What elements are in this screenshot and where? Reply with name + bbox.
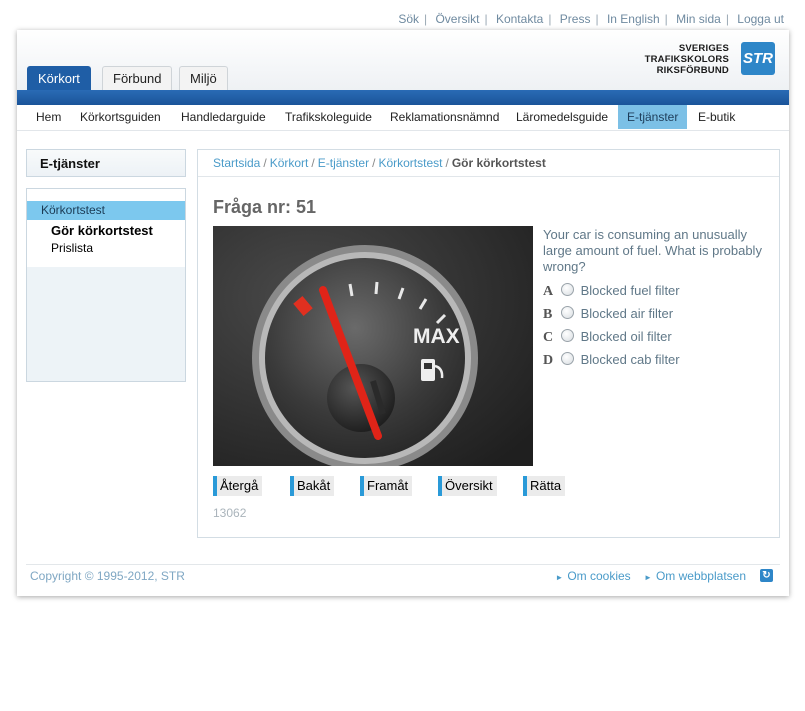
gauge-max-label: MAX [413,325,460,348]
arrow-right-icon: ► [555,573,564,582]
breadcrumb-current: Gör körkortstest [451,156,546,170]
nav-reklamationsnamnd[interactable]: Reklamationsnämnd [381,105,508,129]
next-button[interactable]: Framåt [360,476,413,496]
util-link-press[interactable]: Press [560,12,591,26]
util-link-contact[interactable]: Kontakta [496,12,543,26]
str-logo[interactable]: SVERIGES TRAFIKSKOLORS RIKSFÖRBUND STR [625,41,775,77]
breadcrumb: Startsida / Körkort / E-tjänster / Körkortstes… [198,150,779,177]
answer-option-d[interactable]: D Blocked cab filter [543,351,680,369]
sidebar-menu-inner: Körkortstest Gör körkortstest Prislista [27,189,185,267]
answer-radio-b[interactable] [560,306,574,319]
footer-links: ► Om cookies ► Om webbplatsen [545,569,746,583]
answer-option-b[interactable]: B Blocked air filter [543,305,673,323]
breadcrumb-startsida[interactable]: Startsida [213,156,260,170]
answer-option-c[interactable]: C Blocked oil filter [543,328,672,346]
footer-link-about[interactable]: Om webbplatsen [656,569,746,583]
copyright: Copyright © 1995-2012, STR [30,569,185,583]
breadcrumb-e-tjanster[interactable]: E-tjänster [318,156,369,170]
sidebar-item-prislista[interactable]: Prislista [51,241,93,255]
util-link-search[interactable]: Sök [398,12,419,26]
answer-option-a[interactable]: A Blocked fuel filter [543,282,680,300]
share-icon[interactable]: ↻ [760,569,773,582]
nav-laromedelsguide[interactable]: Läromedelsguide [507,105,617,129]
question-code: 13062 [213,506,247,520]
sidebar-item-gor-korkortstest[interactable]: Gör körkortstest [51,223,153,238]
breadcrumb-korkortstest[interactable]: Körkortstest [378,156,442,170]
tab-forbund[interactable]: Förbund [102,66,173,91]
overview-button[interactable]: Översikt [438,476,497,496]
answer-radio-c[interactable] [560,329,574,342]
nav-e-tjanster[interactable]: E-tjänster [618,105,688,129]
content-panel: Startsida / Körkort / E-tjänster / Körkortstes… [197,149,780,538]
blue-bar [17,90,789,105]
page-card: Körkort Förbund Miljö SVERIGES TRAFIKSKO… [17,30,789,596]
util-link-my-page[interactable]: Min sida [676,12,721,26]
previous-button[interactable]: Bakåt [290,476,335,496]
main-nav: Hem Körkortsguiden Handledarguide Trafik… [17,105,789,131]
sidebar-menu: Körkortstest Gör körkortstest Prislista [26,188,186,382]
nav-korkortsguiden[interactable]: Körkortsguiden [71,105,170,129]
tab-korkort[interactable]: Körkort [27,66,91,91]
sidebar-title: E-tjänster [26,149,186,177]
answer-letter: D [543,353,554,368]
footer-divider [26,564,780,565]
correct-button[interactable]: Rätta [523,476,566,496]
nav-handledarguide[interactable]: Handledarguide [172,105,275,129]
logo-text: SVERIGES TRAFIKSKOLORS RIKSFÖRBUND [645,43,729,76]
answer-letter: B [543,307,553,322]
logo-line-1: SVERIGES [678,43,729,54]
back-to-start-button[interactable]: Återgå [213,476,263,496]
util-link-logout[interactable]: Logga ut [737,12,784,26]
util-link-english[interactable]: In English [607,12,660,26]
answer-radio-d[interactable] [560,352,574,365]
logo-badge: STR [741,42,775,75]
nav-trafikskoleguide[interactable]: Trafikskoleguide [276,105,381,129]
answer-letter: A [543,284,554,299]
answer-label: Blocked fuel filter [580,283,680,298]
question-title: Fråga nr: 51 [213,197,317,217]
question-text: Your car is consuming an unusually large… [543,227,762,274]
answer-radio-a[interactable] [560,283,574,296]
utility-links: Sök | Översikt | Kontakta | Press | In Engli… [398,12,784,26]
nav-hem[interactable]: Hem [27,105,70,129]
footer-link-cookies[interactable]: Om cookies [567,569,630,583]
fuel-gauge-image: MAX [213,226,533,471]
arrow-right-icon: ► [644,573,652,582]
nav-e-butik[interactable]: E-butik [689,105,744,129]
header: Körkort Förbund Miljö SVERIGES TRAFIKSKO… [17,30,789,91]
answer-label: Blocked air filter [580,306,674,321]
breadcrumb-korkort[interactable]: Körkort [270,156,309,170]
logo-line-3: RIKSFÖRBUND [656,65,729,76]
tab-miljo[interactable]: Miljö [179,66,228,91]
logo-line-2: TRAFIKSKOLORS [644,54,729,65]
sidebar-item-korkortstest[interactable]: Körkortstest [27,201,185,220]
answer-letter: C [543,330,554,345]
util-link-overview[interactable]: Översikt [435,12,479,26]
question-image: MAX [213,226,533,471]
answer-label: Blocked oil filter [580,329,672,344]
answer-label: Blocked cab filter [580,352,680,367]
